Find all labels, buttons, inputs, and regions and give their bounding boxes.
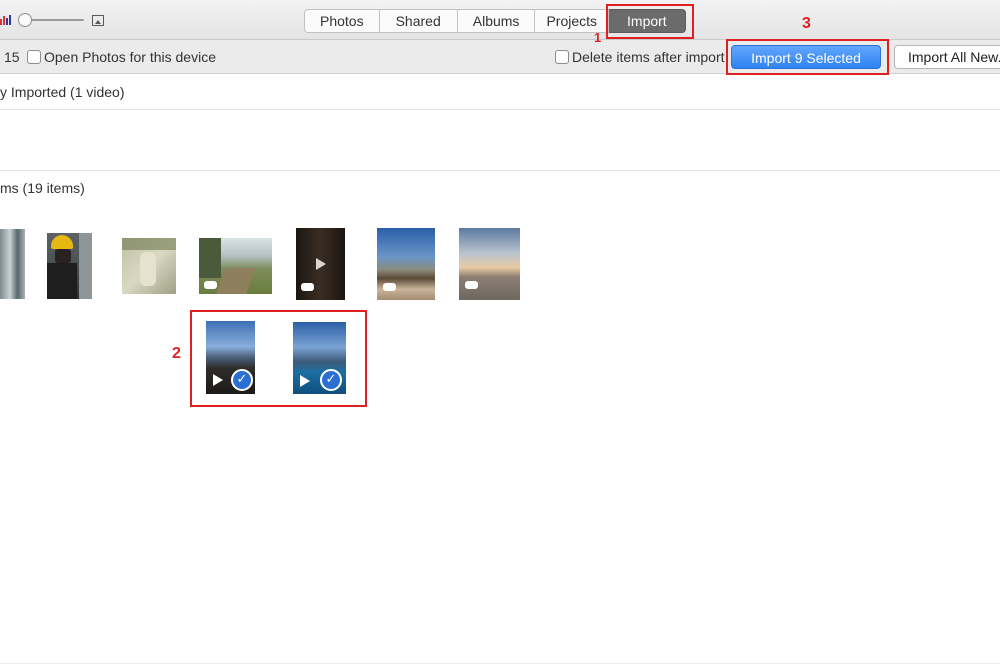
annotation-box-import-button	[726, 39, 889, 75]
thumbnail-size-large-icon	[92, 15, 104, 26]
bottom-divider	[0, 663, 1000, 664]
annotation-step-3: 3	[802, 15, 811, 32]
video-indicator-icon	[204, 281, 217, 289]
photo-thumbnail[interactable]	[0, 229, 25, 299]
tab-albums[interactable]: Albums	[457, 9, 536, 33]
slider-knob[interactable]	[18, 13, 32, 27]
thumbnail-size-small-icon	[0, 15, 16, 25]
delete-after-import-label: Delete items after import	[572, 49, 725, 65]
delete-after-import-checkbox[interactable]	[555, 50, 569, 64]
divider	[0, 170, 1000, 171]
import-all-new-button[interactable]: Import All New...	[894, 45, 1000, 69]
video-indicator-icon	[465, 281, 478, 289]
video-thumbnail[interactable]	[296, 228, 345, 300]
annotation-box-import-tab	[606, 4, 694, 39]
new-items-header: ms (19 items)	[0, 180, 85, 196]
annotation-step-1: 1	[594, 30, 602, 45]
open-photos-label: Open Photos for this device	[44, 49, 216, 65]
video-indicator-icon	[301, 283, 314, 291]
photo-thumbnail[interactable]	[47, 233, 92, 299]
tab-shared[interactable]: Shared	[379, 9, 458, 33]
video-thumbnail[interactable]	[199, 238, 272, 294]
tab-photos[interactable]: Photos	[304, 9, 380, 33]
device-count: 15	[4, 49, 20, 65]
video-thumbnail[interactable]	[459, 228, 520, 300]
already-imported-header: y Imported (1 video)	[0, 84, 125, 100]
top-toolbar: Photos Shared Albums Projects Import	[0, 0, 1000, 40]
divider	[0, 109, 1000, 110]
play-icon	[316, 258, 326, 270]
annotation-box-selected-items	[190, 310, 367, 407]
open-photos-checkbox[interactable]	[27, 50, 41, 64]
video-thumbnail[interactable]	[377, 228, 435, 300]
photo-thumbnail[interactable]	[122, 238, 176, 294]
video-indicator-icon	[383, 283, 396, 291]
annotation-step-2: 2	[172, 345, 181, 362]
